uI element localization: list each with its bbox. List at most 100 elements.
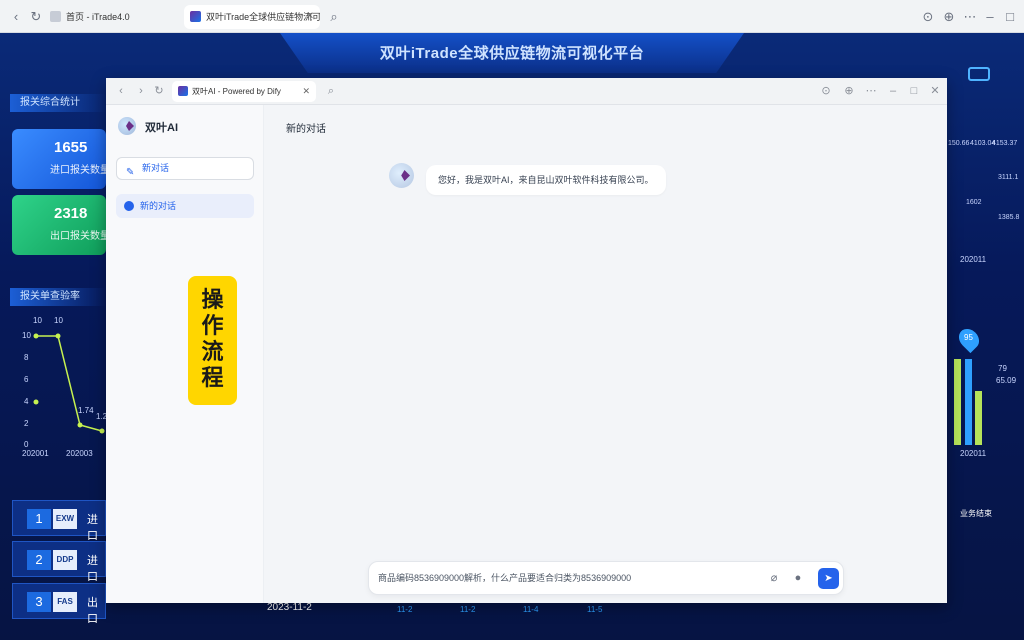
point: [55, 333, 61, 339]
bar: [954, 359, 961, 445]
point: [33, 399, 39, 405]
fullscreen-icon[interactable]: [968, 67, 990, 81]
stat-value: 1655: [54, 139, 88, 156]
inner-tab-dify[interactable]: 双叶AI - Powered by Dify ✕: [172, 81, 316, 102]
globe-icon[interactable]: ⊕: [941, 9, 957, 25]
business-row[interactable]: 2 DDP 进口: [12, 541, 106, 583]
chat-input-box[interactable]: ⌀ ● ➤: [368, 561, 844, 595]
site-favicon-icon: [190, 11, 201, 22]
close-tab-icon[interactable]: ✕: [302, 81, 310, 102]
y-tick: 4: [24, 397, 29, 406]
close-tab-icon[interactable]: ✕: [306, 5, 314, 29]
right-value: 1385.8: [998, 214, 1020, 221]
attachment-icon[interactable]: ⌀: [767, 571, 781, 585]
inner-browser-window: ‹ › ↻ 双叶AI - Powered by Dify ✕ ⌕ ⊙ ⊕ ⋯ –…: [106, 78, 947, 603]
x-tick: 202003: [66, 449, 93, 458]
site-favicon-icon: [178, 86, 188, 96]
microphone-icon[interactable]: ●: [791, 571, 805, 585]
app-name: 双叶AI: [145, 122, 178, 134]
back-icon[interactable]: ‹: [8, 9, 24, 25]
line-series: [36, 335, 103, 432]
timeline-tick: 11-4: [523, 605, 539, 614]
stat-card-export: 2318 单 出口报关数量: [12, 195, 114, 255]
right-value: 1602: [966, 199, 982, 206]
download-icon[interactable]: ⊙: [819, 84, 833, 98]
outer-tab-home-label: 首页 - iTrade4.0: [66, 12, 130, 22]
edit-icon: ✎: [126, 167, 135, 178]
more-icon[interactable]: ⋯: [864, 84, 878, 98]
bar: [965, 359, 972, 445]
maximize-icon[interactable]: □: [907, 84, 921, 98]
minimize-icon[interactable]: –: [886, 84, 900, 98]
reload-icon[interactable]: ↻: [152, 84, 166, 98]
outer-tab-platform[interactable]: 双叶iTrade全球供应链物流可 ✕: [184, 5, 320, 29]
point: [33, 333, 39, 339]
conversation-item[interactable]: 新的对话: [116, 194, 254, 218]
bar-label: 95: [964, 333, 973, 342]
logo-mark-icon: [401, 170, 410, 181]
download-icon[interactable]: ⊙: [920, 9, 936, 25]
right-value: 150.66: [948, 140, 970, 147]
stat-value: 2318: [54, 205, 88, 222]
bar-label: 79: [998, 364, 1007, 373]
right-value: 3111.1: [998, 174, 1019, 181]
new-chat-label: 新对话: [142, 163, 170, 173]
inner-tab-label: 双叶AI - Powered by Dify: [192, 87, 281, 96]
search-icon[interactable]: ⌕: [324, 84, 338, 98]
date-label: 2023-11-2: [267, 602, 312, 613]
point: [99, 428, 105, 434]
back-icon[interactable]: ‹: [114, 84, 128, 98]
incoterm-badge: FAS: [53, 592, 77, 612]
close-icon[interactable]: ✕: [928, 84, 942, 98]
page-icon: [50, 11, 61, 22]
maximize-icon[interactable]: □: [1002, 9, 1018, 25]
globe-icon[interactable]: ⊕: [842, 84, 856, 98]
y-tick: 0: [24, 440, 29, 449]
new-chat-button[interactable]: ✎ 新对话: [116, 157, 254, 180]
row-number: 2: [27, 550, 51, 570]
stat-label: 进口报关数量: [50, 165, 110, 176]
right-period-label: 202011: [960, 255, 987, 264]
outer-tab-platform-label: 双叶iTrade全球供应链物流可: [206, 12, 320, 22]
bar: [975, 391, 982, 445]
y-tick: 6: [24, 375, 29, 384]
y-tick: 8: [24, 353, 29, 362]
chat-bubble-icon: [124, 201, 134, 211]
stat-label: 出口报关数量: [50, 231, 110, 242]
right-value: 4153.37: [992, 140, 1018, 147]
row-number: 3: [27, 592, 51, 612]
dashboard-title: 双叶iTrade全球供应链物流可视化平台: [379, 45, 645, 62]
note-text: 操作流程: [201, 287, 224, 390]
reload-icon[interactable]: ↻: [28, 9, 44, 25]
business-row[interactable]: 1 EXW 进口: [12, 500, 106, 542]
right-period-label: 202011: [960, 449, 987, 458]
forward-icon[interactable]: ›: [134, 84, 148, 98]
conversation-title: 新的对话: [286, 124, 326, 135]
incoterm-badge: EXW: [53, 509, 77, 529]
point: [77, 422, 83, 428]
app-logo: [118, 117, 136, 135]
outer-tab-home[interactable]: 首页 - iTrade4.0: [44, 5, 178, 29]
inspection-line-chart: [33, 333, 105, 434]
minimize-icon[interactable]: –: [982, 9, 998, 25]
chat-main: 新的对话 您好，我是双叶AI，来自昆山双叶软件科技有限公司。 ⌀ ● ➤: [264, 105, 947, 603]
inner-browser-toolbar: ‹ › ↻ 双叶AI - Powered by Dify ✕ ⌕ ⊙ ⊕ ⋯ –…: [106, 78, 947, 105]
y-tick: 2: [24, 419, 29, 428]
chat-input[interactable]: [378, 572, 758, 582]
timeline-tick: 11-2: [397, 605, 413, 614]
outer-browser-toolbar: ‹ ↻ 首页 - iTrade4.0 双叶iTrade全球供应链物流可 ✕ ⌕ …: [0, 0, 1024, 33]
more-icon[interactable]: ⋯: [962, 9, 978, 25]
timeline-tick: 11-5: [587, 605, 603, 614]
send-button[interactable]: ➤: [818, 568, 839, 589]
panel-label-customs: 报关综合统计: [10, 94, 106, 112]
operation-flow-note: 操作流程: [188, 276, 237, 405]
bar-label: 65.09: [996, 376, 1017, 385]
search-icon[interactable]: ⌕: [326, 9, 342, 25]
stat-card-import: 1655 单 进口报关数量: [12, 129, 114, 189]
assistant-avatar: [389, 163, 414, 188]
conversation-label: 新的对话: [140, 201, 177, 211]
panel-label-inspection: 报关单查验率: [10, 288, 106, 306]
logo-mark-icon: [126, 121, 134, 131]
business-row[interactable]: 3 FAS 出口: [12, 583, 106, 625]
assistant-message: 您好，我是双叶AI，来自昆山双叶软件科技有限公司。: [426, 165, 666, 195]
